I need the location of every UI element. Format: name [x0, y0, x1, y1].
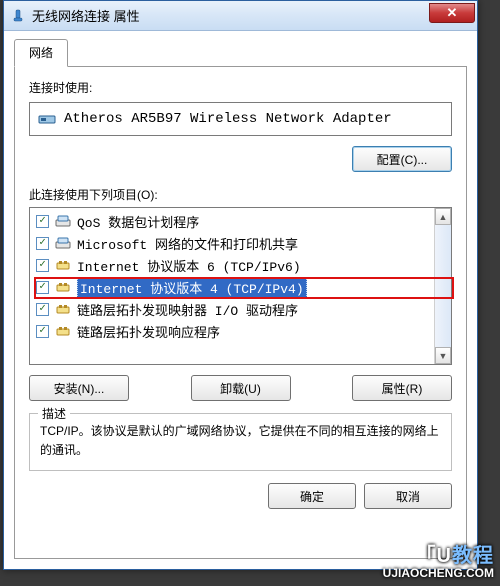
protocol-icon [55, 302, 71, 316]
list-item-label: Internet 协议版本 4 (TCP/IPv4) [77, 277, 307, 298]
list-item-label: Microsoft 网络的文件和打印机共享 [77, 234, 298, 253]
checkbox[interactable] [36, 303, 49, 316]
checkbox[interactable] [36, 259, 49, 272]
list-item[interactable]: QoS 数据包计划程序 [30, 210, 451, 232]
window-title: 无线网络连接 属性 [32, 6, 140, 25]
service-icon [55, 236, 71, 250]
tab-label: 网络 [29, 46, 53, 60]
description-title: 描述 [38, 405, 70, 422]
uninstall-button[interactable]: 卸载(U) [191, 375, 291, 401]
description-group: 描述 TCP/IP。该协议是默认的广域网络协议，它提供在不同的相互连接的网络上的… [29, 413, 452, 471]
list-item[interactable]: Microsoft 网络的文件和打印机共享 [30, 232, 451, 254]
dialog-buttons: 确定 取消 [29, 471, 452, 509]
list-item-label: Internet 协议版本 6 (TCP/IPv6) [77, 256, 301, 275]
adapter-label: 连接时使用: [29, 79, 452, 96]
protocol-icon [55, 258, 71, 272]
description-text: TCP/IP。该协议是默认的广域网络协议，它提供在不同的相互连接的网络上的通讯。 [40, 422, 441, 460]
list-item[interactable]: 链路层拓扑发现映射器 I/O 驱动程序 [30, 298, 451, 320]
scroll-down-button[interactable]: ▼ [435, 347, 451, 364]
adapter-box: Atheros AR5B97 Wireless Network Adapter [29, 102, 452, 136]
configure-row: 配置(C)... [29, 146, 452, 172]
close-button[interactable]: ✕ [429, 3, 475, 23]
cancel-button[interactable]: 取消 [364, 483, 452, 509]
list-item-label: 链路层拓扑发现映射器 I/O 驱动程序 [77, 300, 298, 319]
properties-button[interactable]: 属性(R) [352, 375, 452, 401]
scroll-up-button[interactable]: ▲ [435, 208, 451, 225]
adapter-icon [38, 112, 56, 126]
titlebar: 无线网络连接 属性 ✕ [4, 1, 477, 31]
scrollbar[interactable]: ▲ ▼ [434, 208, 451, 364]
checkbox[interactable] [36, 325, 49, 338]
install-button[interactable]: 安装(N)... [29, 375, 129, 401]
list-item[interactable]: Internet 协议版本 4 (TCP/IPv4) [30, 276, 451, 298]
list-item[interactable]: Internet 协议版本 6 (TCP/IPv6) [30, 254, 451, 276]
watermark: 「U教程 UJIAOCHENG.COM [383, 545, 494, 580]
checkbox[interactable] [36, 281, 49, 294]
list-item-label: QoS 数据包计划程序 [77, 212, 199, 231]
close-icon: ✕ [447, 5, 458, 21]
scroll-track[interactable] [435, 225, 451, 347]
service-icon [55, 214, 71, 228]
items-label: 此连接使用下列项目(O): [29, 186, 452, 203]
tab-panel: 连接时使用: Atheros AR5B97 Wireless Network A… [14, 66, 467, 559]
configure-button[interactable]: 配置(C)... [352, 146, 452, 172]
tab-network[interactable]: 网络 [14, 39, 68, 67]
list-item[interactable]: 链路层拓扑发现响应程序 [30, 320, 451, 342]
protocol-icon [55, 324, 71, 338]
protocol-icon [55, 280, 71, 294]
properties-window: 无线网络连接 属性 ✕ 网络 连接时使用: Atheros AR5B97 Wir… [3, 0, 478, 570]
client-area: 网络 连接时使用: Atheros AR5B97 Wireless Networ… [4, 31, 477, 569]
item-buttons-row: 安装(N)... 卸载(U) 属性(R) [29, 375, 452, 401]
checkbox[interactable] [36, 237, 49, 250]
checkbox[interactable] [36, 215, 49, 228]
ok-button[interactable]: 确定 [268, 483, 356, 509]
window-icon [10, 8, 26, 24]
items-listbox[interactable]: QoS 数据包计划程序 Microsoft 网络的文件和打印机共享 Internet… [29, 207, 452, 365]
list-item-label: 链路层拓扑发现响应程序 [77, 322, 220, 341]
tabstrip: 网络 [14, 39, 467, 67]
adapter-name: Atheros AR5B97 Wireless Network Adapter [64, 111, 392, 127]
